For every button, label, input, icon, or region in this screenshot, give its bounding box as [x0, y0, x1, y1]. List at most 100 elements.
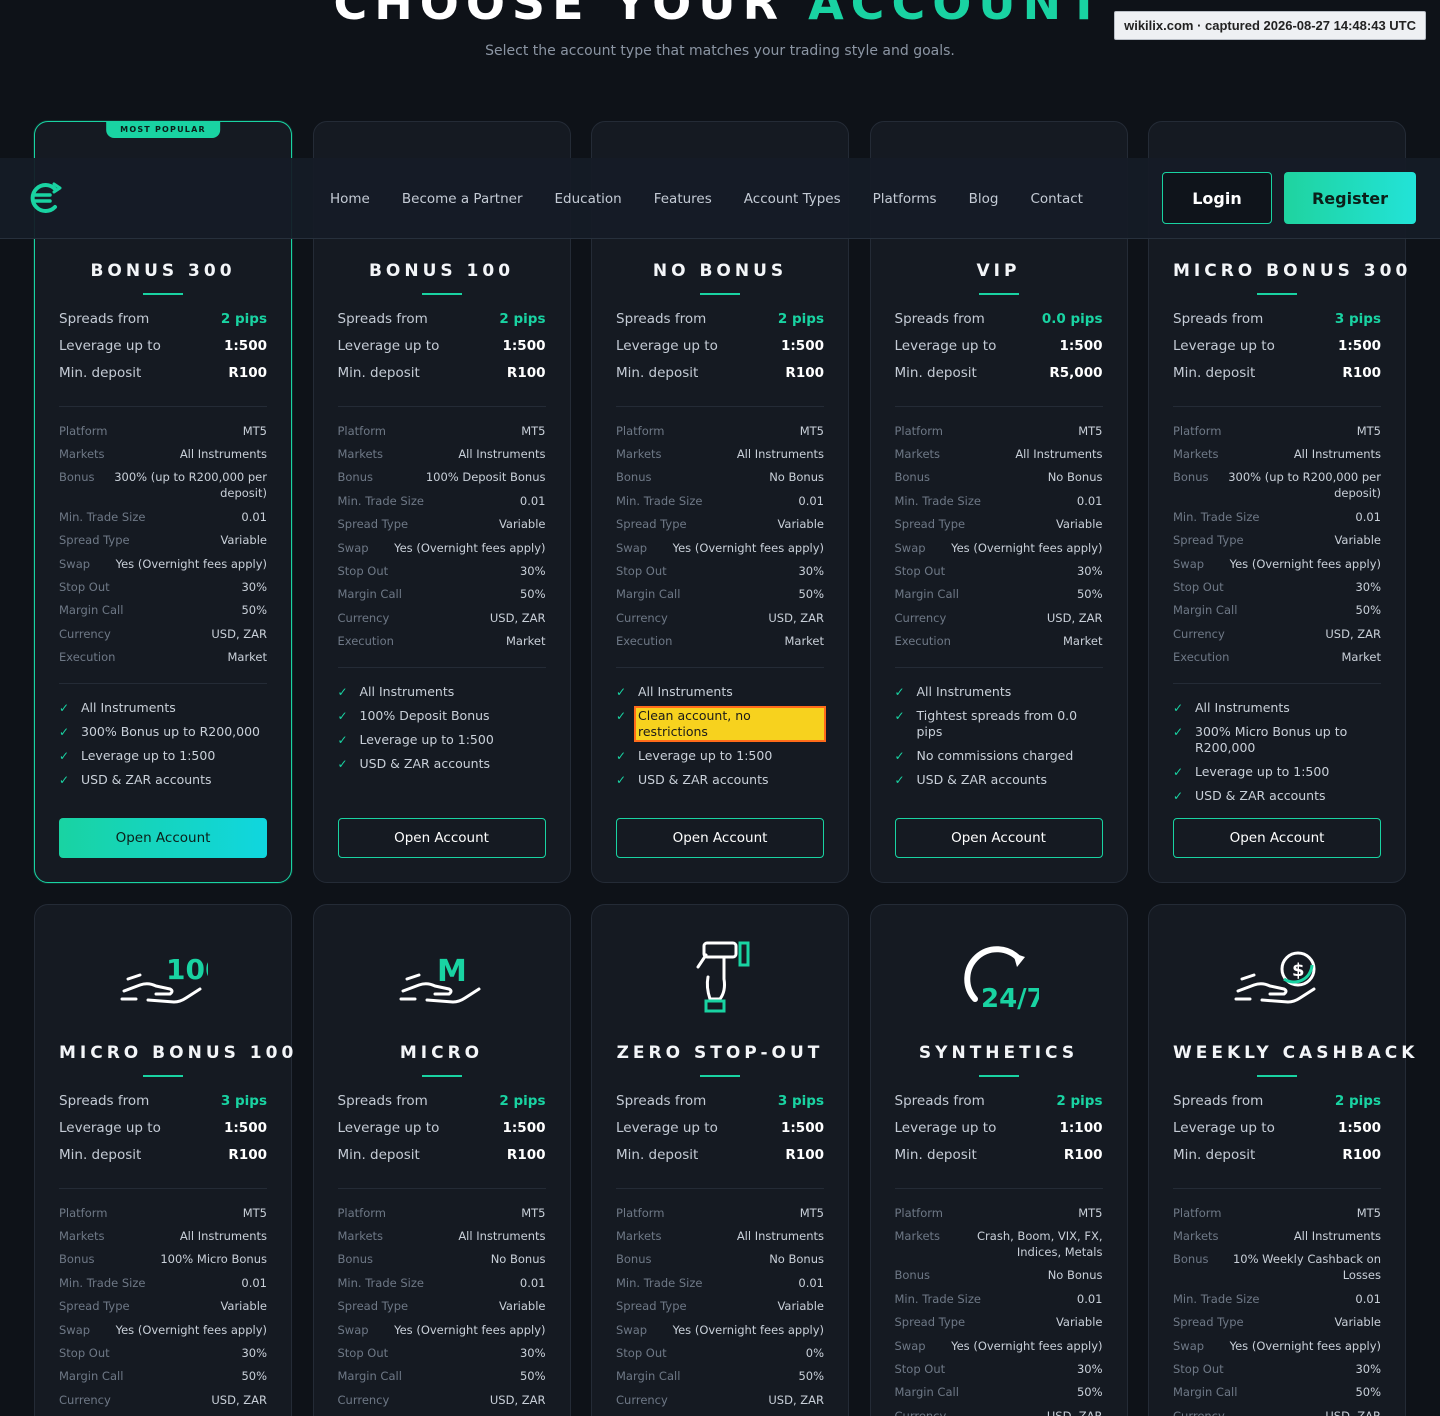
svg-text:$: $ — [1292, 960, 1305, 981]
nav-item-blog[interactable]: Blog — [969, 191, 999, 207]
spec-value: MT5 — [1078, 1205, 1103, 1220]
nav-item-education[interactable]: Education — [555, 191, 622, 207]
spec-row: Spread Type Variable — [616, 1295, 824, 1318]
spec-row: Stop Out 30% — [616, 559, 824, 582]
spec-value: 50% — [1355, 603, 1381, 618]
spec-value: 50% — [241, 603, 267, 618]
nav-item-features[interactable]: Features — [654, 191, 712, 207]
feature-item: ✓ All Instruments — [338, 680, 546, 704]
spec-label: Stop Out — [59, 579, 110, 594]
check-icon: ✓ — [337, 732, 348, 747]
min-deposit-row-value: R5,000 — [1049, 365, 1103, 381]
spec-label: Stop Out — [59, 1345, 110, 1360]
open-account-button[interactable]: Open Account — [337, 818, 546, 858]
leverage-row-value: 1:500 — [224, 1120, 267, 1136]
page-title-main: CHOOSE YOUR — [333, 0, 786, 30]
nav-item-contact[interactable]: Contact — [1030, 191, 1083, 207]
min-deposit-row: Min. deposit R100 — [338, 1147, 546, 1174]
spec-label: Execution — [894, 634, 951, 649]
title-underline — [1257, 1075, 1297, 1077]
capture-stamp: wikilix.com · captured 2026-08-27 14:48:… — [1114, 11, 1426, 40]
spec-value: 0.01 — [1355, 509, 1381, 524]
spec-label: Currency — [894, 610, 947, 625]
nav-item-home[interactable]: Home — [330, 191, 370, 207]
login-button[interactable]: Login — [1162, 172, 1272, 224]
spec-label: Min. Trade Size — [894, 1291, 981, 1306]
nav-item-become-a-partner[interactable]: Become a Partner — [402, 191, 523, 207]
register-button[interactable]: Register — [1284, 172, 1416, 224]
feature-text: No commissions charged — [916, 747, 1074, 763]
spec-row: Stop Out 30% — [1173, 1357, 1381, 1380]
spec-value: Variable — [220, 533, 267, 548]
min-deposit-row-label: Min. deposit — [894, 365, 977, 381]
min-deposit-row-value: R100 — [1342, 365, 1381, 381]
title-underline — [143, 1075, 183, 1077]
divider — [616, 406, 824, 407]
spec-row: ExecutionMarket — [59, 1411, 267, 1416]
spec-label: Bonus — [337, 470, 374, 485]
feature-item: ✓ USD & ZAR accounts — [1173, 784, 1381, 808]
open-account-button[interactable]: Open Account — [616, 818, 824, 858]
spec-label: Execution — [337, 634, 394, 649]
spec-row: ExecutionMarket — [338, 629, 546, 652]
spec-value: Market — [1062, 634, 1103, 649]
spec-row: Swap Yes (Overnight fees apply) — [338, 1318, 546, 1341]
spec-value: USD, ZAR — [1046, 1408, 1103, 1416]
open-account-button[interactable]: Open Account — [894, 818, 1103, 858]
feature-item: ✓ Leverage up to 1:500 — [616, 744, 824, 768]
spec-row: Swap Yes (Overnight fees apply) — [616, 536, 824, 559]
spec-value: 50% — [1355, 1385, 1381, 1400]
spec-value: USD, ZAR — [211, 1392, 267, 1407]
check-icon: ✓ — [616, 684, 627, 699]
spec-label: Spread Type — [616, 1299, 687, 1314]
spec-row: Stop Out 30% — [338, 1341, 546, 1364]
spec-value: MT5 — [1078, 423, 1103, 438]
spec-row: Margin Call 50% — [1173, 599, 1381, 622]
open-account-button[interactable]: Open Account — [1173, 818, 1381, 858]
spec-label: Platform — [616, 1205, 665, 1220]
spreads-row-label: Spreads from — [337, 1093, 428, 1109]
leverage-row-value: 1:500 — [224, 338, 267, 354]
spec-value: Variable — [1334, 1315, 1381, 1330]
title-underline — [700, 1075, 740, 1077]
spec-label: Swap — [1173, 556, 1205, 571]
spec-row: Execution Market — [895, 629, 1103, 652]
brand-logo-icon[interactable] — [28, 180, 64, 220]
open-account-button[interactable]: Open Account — [59, 818, 267, 858]
spec-row: Currency USD, ZAR — [616, 606, 824, 629]
spec-value: 0.01 — [241, 1275, 267, 1290]
spec-value: Yes (Overnight fees apply) — [394, 540, 546, 555]
spreads-row: Spreads from 3 pips — [1173, 311, 1381, 338]
spec-label: Bonus — [59, 1252, 95, 1267]
button-row: Open Account — [894, 818, 1103, 858]
spec-row: Margin Call 50% — [616, 583, 824, 606]
spec-row: Platform MT5 — [1173, 419, 1381, 442]
spec-value: 0.01 — [519, 493, 546, 508]
spec-label: Margin Call — [894, 1385, 959, 1400]
spec-label: Stop Out — [1173, 579, 1224, 594]
spec-value: MT5 — [799, 1205, 824, 1220]
title-underline — [143, 293, 183, 295]
spec-label: Bonus — [59, 470, 95, 485]
spec-row: ExecutionMarket — [616, 1411, 824, 1416]
leverage-row-label: Leverage up to — [1173, 1120, 1275, 1136]
spec-row: Markets All Instruments — [616, 442, 824, 465]
spec-row: Platform MT5 — [59, 419, 267, 442]
spec-label: Min. Trade Size — [59, 1275, 146, 1290]
spec-row: Platform MT5 — [895, 1201, 1103, 1224]
feature-item: ✓ No commissions charged — [895, 744, 1103, 768]
nav-item-account-types[interactable]: Account Types — [744, 191, 841, 207]
spec-value: 300% (up to R200,000 per deposit) — [1228, 470, 1381, 501]
feature-text: Clean account, no restrictions — [634, 705, 826, 742]
spec-label: Markets — [1173, 447, 1219, 462]
spec-row: Swap Yes (Overnight fees apply) — [895, 536, 1103, 559]
spec-row: Min. Trade Size 0.01 — [1173, 505, 1381, 528]
button-row: Open Account — [337, 818, 546, 858]
spec-row: Spread Type Variable — [1173, 529, 1381, 552]
spec-row: Currency USD, ZAR — [616, 1388, 824, 1411]
nav-item-platforms[interactable]: Platforms — [873, 191, 937, 207]
spec-label: Platform — [59, 1205, 108, 1220]
spec-row: Stop Out 0% — [616, 1341, 824, 1364]
spec-value: All Instruments — [458, 447, 546, 462]
spec-row: Margin Call 50% — [895, 1381, 1103, 1404]
